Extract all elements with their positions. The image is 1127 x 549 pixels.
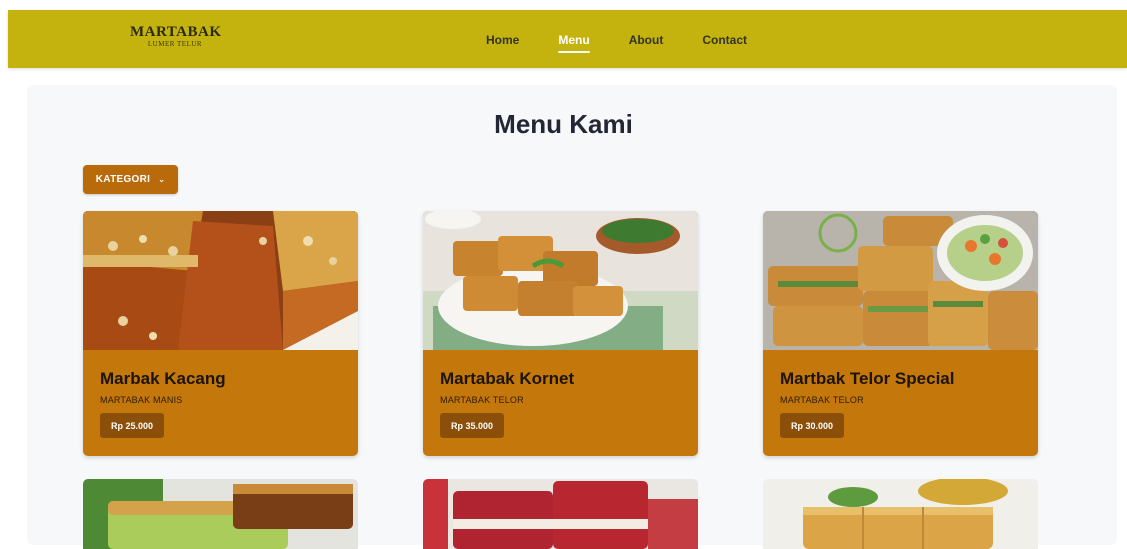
page-title: Menu Kami	[494, 109, 633, 139]
menu-card[interactable]	[423, 479, 698, 549]
brand-logo[interactable]: MARTABAK LUMER TELUR	[130, 24, 222, 49]
navbar: MARTABAK LUMER TELUR Home Menu About Con…	[8, 10, 1127, 68]
martabak-telor-special-photo	[763, 211, 1038, 350]
martabak-durian-photo	[763, 479, 1038, 549]
martabak-manis-photo	[83, 211, 358, 350]
menu-card[interactable]	[83, 479, 358, 549]
brand-subtitle: LUMER TELUR	[147, 40, 203, 48]
menu-card[interactable]	[763, 479, 1038, 549]
menu-item-name: Marbak Kacang	[100, 369, 226, 388]
brand-name: MARTABAK	[130, 24, 222, 40]
menu-card[interactable]: Martabak Kornet MARTABAK TELOR Rp 35.000	[423, 211, 698, 456]
nav-link-about[interactable]: About	[629, 33, 664, 53]
martabak-red-velvet-photo	[423, 479, 698, 549]
category-dropdown-label: KATEGORI	[95, 174, 151, 185]
price-badge: Rp 25.000	[100, 413, 165, 438]
nav-link-home[interactable]: Home	[486, 33, 519, 53]
nav-link-menu[interactable]: Menu	[558, 33, 591, 53]
chevron-down-icon: ⌄	[158, 175, 166, 184]
menu-item-name: Martbak Telor Special	[780, 369, 955, 388]
price-badge: Rp 30.000	[780, 413, 845, 438]
nav-link-contact[interactable]: Contact	[702, 33, 747, 53]
price-badge: Rp 35.000	[440, 413, 505, 438]
menu-item-category: MARTABAK TELOR	[440, 395, 524, 405]
martabak-kornet-photo	[423, 211, 698, 350]
menu-card[interactable]: Martbak Telor Special MARTABAK TELOR Rp …	[763, 211, 1038, 456]
menu-item-category: MARTABAK TELOR	[780, 395, 864, 405]
menu-item-name: Martabak Kornet	[440, 369, 575, 388]
menu-card[interactable]: Marbak Kacang MARTABAK MANIS Rp 25.000	[83, 211, 358, 456]
category-dropdown-button[interactable]: KATEGORI ⌄	[83, 165, 178, 194]
main-nav: Home Menu About Contact	[486, 33, 786, 53]
martabak-pandan-photo	[83, 479, 358, 549]
menu-item-category: MARTABAK MANIS	[100, 395, 183, 405]
